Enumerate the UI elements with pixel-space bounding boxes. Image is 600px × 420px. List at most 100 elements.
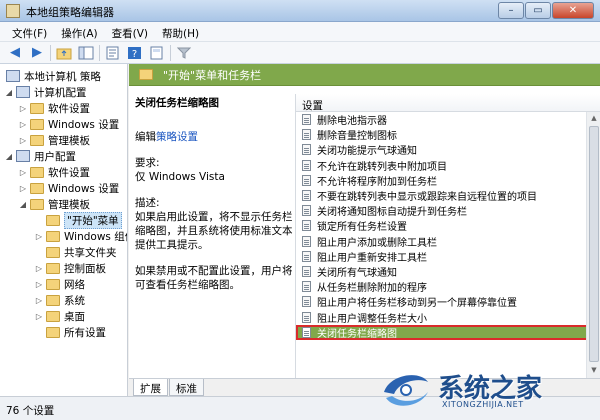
description-text: 如果启用此设置，将不显示任务栏缩略图，并且系统将使用标准文本提供工具提示。 bbox=[135, 211, 293, 251]
policy-setting-icon bbox=[302, 129, 311, 141]
show-hide-tree-icon[interactable] bbox=[77, 44, 95, 62]
tree-node-windows-settings[interactable]: ▷ Windows 设置 bbox=[18, 180, 119, 196]
setting-row[interactable]: 阻止用户将任务栏移动到另一个屏幕停靠位置 bbox=[296, 294, 600, 309]
setting-label: 关闭任务栏缩略图 bbox=[317, 328, 397, 340]
setting-description: 关闭任务栏缩略图 编辑策略设置 要求: 仅 Windows Vista 描述: … bbox=[135, 96, 295, 304]
setting-label: 锁定所有任务栏设置 bbox=[317, 222, 407, 234]
setting-label: 阻止用户添加或删除工具栏 bbox=[317, 237, 437, 249]
expand-arrow-icon[interactable]: ▷ bbox=[34, 232, 44, 241]
setting-label: 阻止用户将任务栏移动到另一个屏幕停靠位置 bbox=[317, 298, 517, 310]
description-label: 描述: bbox=[135, 197, 160, 209]
expand-arrow-icon[interactable]: ▷ bbox=[18, 168, 28, 177]
tab-extended[interactable]: 扩展 bbox=[133, 379, 168, 396]
column-header-setting[interactable]: 设置 bbox=[296, 94, 600, 112]
menu-help[interactable]: 帮助(H) bbox=[156, 22, 207, 41]
folder-icon bbox=[46, 326, 60, 338]
expand-arrow-icon[interactable]: ▷ bbox=[18, 184, 28, 193]
setting-label: 阻止用户重新安排工具栏 bbox=[317, 252, 427, 264]
expand-arrow-icon[interactable]: ▷ bbox=[18, 104, 28, 113]
menu-bar: 文件(F) 操作(A) 查看(V) 帮助(H) bbox=[0, 22, 600, 42]
folder-icon bbox=[30, 134, 44, 146]
user-icon bbox=[16, 150, 30, 162]
expand-arrow-icon[interactable]: ▷ bbox=[34, 296, 44, 305]
policy-setting-icon bbox=[302, 114, 311, 126]
expand-arrow-icon[interactable]: ▷ bbox=[34, 312, 44, 321]
tree-node-local-policy[interactable]: 本地计算机 策略 bbox=[4, 68, 101, 84]
setting-row[interactable]: 删除电池指示器 bbox=[296, 112, 600, 127]
tree-node-admin-templates[interactable]: ◢ 管理模板 bbox=[18, 196, 90, 212]
collapse-arrow-icon[interactable]: ◢ bbox=[18, 200, 28, 209]
setting-row[interactable]: 阻止用户调整任务栏大小 bbox=[296, 309, 600, 325]
setting-row[interactable]: 阻止用户添加或删除工具栏 bbox=[296, 234, 600, 249]
tree-node-software-settings[interactable]: ▷ 软件设置 bbox=[18, 100, 90, 116]
expand-arrow-icon[interactable]: ▷ bbox=[18, 136, 28, 145]
properties-icon[interactable] bbox=[148, 44, 166, 62]
setting-label: 阻止用户调整任务栏大小 bbox=[317, 313, 427, 325]
setting-heading: 关闭任务栏缩略图 bbox=[135, 97, 219, 109]
settings-list: 设置 删除电池指示器 删除音量控制图标 关闭功能提示气球通知不允许在跳转列表中附加项… bbox=[295, 94, 600, 378]
tree-node-all-settings[interactable]: 所有设置 bbox=[34, 324, 106, 340]
setting-row[interactable]: 锁定所有任务栏设置 bbox=[296, 218, 600, 233]
policy-setting-icon bbox=[302, 311, 311, 323]
policy-setting-icon bbox=[302, 220, 311, 232]
back-arrow-icon[interactable]: ◀ bbox=[6, 44, 24, 62]
setting-row[interactable]: 不允许将程序附加到任务栏 bbox=[296, 173, 600, 188]
setting-row[interactable]: 关闭功能提示气球通知 bbox=[296, 142, 600, 157]
tree-node-shared-folders[interactable]: 共享文件夹 bbox=[34, 244, 117, 260]
export-list-icon[interactable] bbox=[104, 44, 122, 62]
policy-setting-icon bbox=[302, 281, 311, 293]
setting-row-selected[interactable]: 关闭任务栏缩略图 bbox=[296, 324, 600, 340]
scroll-down-arrow-icon[interactable]: ▼ bbox=[589, 366, 599, 376]
navigation-tree: 本地计算机 策略 ◢ 计算机配置 ▷ 软件设置 ▷ Windows 设置 ▷ 管… bbox=[0, 64, 128, 396]
scroll-up-arrow-icon[interactable]: ▲ bbox=[589, 114, 599, 124]
forward-arrow-icon[interactable]: ▶ bbox=[28, 44, 46, 62]
tree-node-user-config[interactable]: ◢ 用户配置 bbox=[4, 148, 76, 164]
collapse-arrow-icon[interactable]: ◢ bbox=[4, 88, 14, 97]
tree-node-start-menu[interactable]: "开始"菜单 bbox=[34, 211, 122, 229]
tree-node-windows-components[interactable]: ▷ Windows 组件 bbox=[34, 228, 127, 244]
setting-row[interactable]: 阻止用户重新安排工具栏 bbox=[296, 249, 600, 264]
watermark-logo-icon bbox=[384, 375, 428, 406]
setting-row[interactable]: 从任务栏删除附加的程序 bbox=[296, 279, 600, 294]
expand-arrow-icon[interactable]: ▷ bbox=[18, 120, 28, 129]
setting-row[interactable]: 不允许在跳转列表中附加项目 bbox=[296, 158, 600, 173]
tree-node-network[interactable]: ▷ 网络 bbox=[34, 276, 85, 292]
setting-row[interactable]: 关闭将通知图标自动提升到任务栏 bbox=[296, 203, 600, 218]
menu-file[interactable]: 文件(F) bbox=[6, 22, 55, 41]
edit-policy-link[interactable]: 策略设置 bbox=[156, 131, 198, 143]
vertical-scrollbar[interactable]: ▲ ▼ bbox=[586, 112, 600, 378]
title-bar: 本地组策略编辑器 – ▭ ✕ bbox=[0, 0, 600, 22]
toolbar-separator bbox=[99, 44, 100, 61]
expand-arrow-icon[interactable]: ▷ bbox=[34, 280, 44, 289]
up-folder-icon[interactable] bbox=[55, 44, 73, 62]
tree-node-windows-settings[interactable]: ▷ Windows 设置 bbox=[18, 116, 119, 132]
menu-view[interactable]: 查看(V) bbox=[106, 22, 156, 41]
tree-node-admin-templates[interactable]: ▷ 管理模板 bbox=[18, 132, 90, 148]
menu-action[interactable]: 操作(A) bbox=[55, 22, 105, 41]
tree-node-computer-config[interactable]: ◢ 计算机配置 bbox=[4, 84, 87, 100]
settings-rows: 删除电池指示器 删除音量控制图标 关闭功能提示气球通知不允许在跳转列表中附加项目 不允… bbox=[296, 112, 600, 340]
setting-label: 不允许在跳转列表中附加项目 bbox=[317, 161, 447, 173]
minimize-button[interactable]: – bbox=[498, 2, 524, 19]
tree-node-software-settings[interactable]: ▷ 软件设置 bbox=[18, 164, 90, 180]
setting-row[interactable]: 关闭所有气球通知 bbox=[296, 264, 600, 279]
folder-icon bbox=[30, 118, 44, 130]
maximize-button[interactable]: ▭ bbox=[525, 2, 551, 19]
collapse-arrow-icon[interactable]: ◢ bbox=[4, 152, 14, 161]
folder-icon bbox=[46, 310, 60, 322]
close-button[interactable]: ✕ bbox=[552, 2, 594, 19]
filter-icon[interactable] bbox=[175, 44, 193, 62]
site-watermark: 系统之家 XITONGZHIJIA.NET bbox=[380, 366, 590, 418]
policy-editor-icon bbox=[6, 4, 20, 18]
tree-node-desktop[interactable]: ▷ 桌面 bbox=[34, 308, 85, 324]
setting-row[interactable]: 删除音量控制图标 bbox=[296, 127, 600, 142]
folder-open-icon bbox=[139, 69, 153, 80]
tree-node-control-panel[interactable]: ▷ 控制面板 bbox=[34, 260, 106, 276]
tab-standard[interactable]: 标准 bbox=[169, 379, 204, 396]
expand-arrow-icon[interactable]: ▷ bbox=[34, 264, 44, 273]
tree-node-system[interactable]: ▷ 系统 bbox=[34, 292, 85, 308]
help-icon[interactable]: ? bbox=[126, 44, 144, 62]
scrollbar-thumb[interactable] bbox=[589, 126, 599, 362]
policy-setting-icon bbox=[302, 296, 311, 308]
setting-row[interactable]: 不要在跳转列表中显示或跟踪来自远程位置的项目 bbox=[296, 188, 600, 203]
